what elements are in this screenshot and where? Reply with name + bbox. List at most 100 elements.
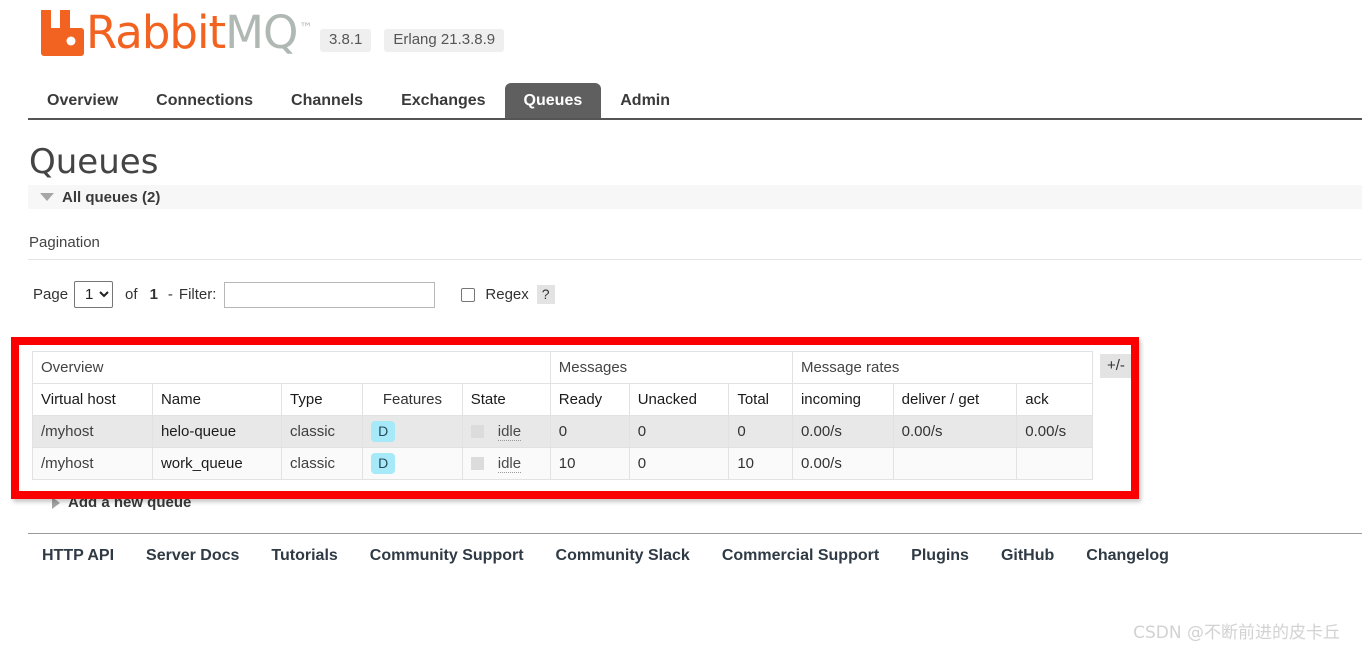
cell-state: idle [461,415,551,448]
column-header-deliver-get[interactable]: deliver / get [892,383,1018,416]
chevron-right-icon[interactable] [52,496,60,509]
rabbitmq-logo[interactable]: RabbitMQ ™ [38,6,312,59]
nav-underline [28,118,1362,120]
trademark-symbol: ™ [299,21,312,36]
footer-links: HTTP API Server Docs Tutorials Community… [42,547,1169,565]
pagination-divider [28,259,1362,260]
footer-link-commercial-support[interactable]: Commercial Support [722,547,879,565]
column-header-features: Features [362,383,463,416]
main-navigation: Overview Connections Channels Exchanges … [28,81,1362,119]
all-queues-label: All queues (2) [62,188,161,206]
cell-type: classic [281,447,364,480]
tab-channels[interactable]: Channels [272,83,382,119]
cell-total: 10 [728,447,793,480]
cell-incoming: 0.00/s [791,447,894,480]
all-queues-section-header[interactable]: All queues (2) [28,185,1362,209]
footer-link-changelog[interactable]: Changelog [1086,547,1169,565]
csdn-watermark: CSDN @不断前进的皮卡丘 [1133,623,1340,643]
regex-checkbox[interactable] [461,287,476,302]
table-group-header-row: Overview Messages Message rates [32,351,1094,384]
cell-virtual-host: /myhost [32,415,153,448]
column-header-unacked[interactable]: Unacked [628,383,730,416]
regex-help-button[interactable]: ? [536,285,555,304]
cell-ack [1016,447,1093,480]
state-label: idle [497,454,522,473]
cell-unacked: 0 [628,447,730,480]
of-word-label: of [125,286,138,303]
cell-queue-name[interactable]: helo-queue [151,415,283,448]
column-header-ack[interactable]: ack [1016,383,1093,416]
rabbitmq-management-page: RabbitMQ ™ 3.8.1 Erlang 21.3.8.9 Overview… [0,0,1362,657]
footer-link-http-api[interactable]: HTTP API [42,547,114,565]
pagination-controls: Page 1 of 1 - Filter: Regex ? [33,281,555,308]
add-a-new-queue-section[interactable]: Add a new queue [38,494,191,511]
logo-word-mq: MQ [225,6,298,59]
filter-dash: - [167,286,173,303]
total-pages-value: 1 [149,286,158,303]
queues-table-container: Overview Messages Message rates Virtual … [32,351,1126,480]
column-header-name[interactable]: Name [151,383,283,416]
footer-link-plugins[interactable]: Plugins [911,547,969,565]
footer-divider [28,533,1362,534]
cell-queue-name[interactable]: work_queue [151,447,283,480]
cell-ready: 10 [549,447,630,480]
cell-features: D [362,447,463,480]
column-header-virtual-host[interactable]: Virtual host [32,383,153,416]
state-square-icon [470,457,484,470]
cell-total: 0 [728,415,793,448]
cell-deliver-get [892,447,1018,480]
state-label: idle [497,422,522,441]
filter-input[interactable] [224,281,436,308]
column-header-total[interactable]: Total [728,383,793,416]
filter-label: Filter: [178,286,217,303]
footer-link-community-support[interactable]: Community Support [370,547,524,565]
tab-overview[interactable]: Overview [28,83,137,119]
toggle-columns-button[interactable]: +/- [1100,354,1132,378]
group-header-overview: Overview [32,351,551,384]
durable-badge: D [371,421,396,442]
column-header-incoming[interactable]: incoming [791,383,894,416]
cell-deliver-get: 0.00/s [892,415,1018,448]
regex-label: Regex [485,286,529,303]
tab-queues[interactable]: Queues [504,83,602,119]
group-header-messages: Messages [549,351,793,384]
table-column-header-row: Virtual host Name Type Features State Re… [32,383,1093,416]
table-row[interactable]: /myhost work_queue classic D idle 10 0 1… [32,447,1093,480]
page-select[interactable]: 1 [74,281,114,308]
logo-wordmark: RabbitMQ ™ [86,6,312,59]
column-header-type[interactable]: Type [281,383,364,416]
state-square-icon [470,425,484,438]
cell-ready: 0 [549,415,630,448]
footer-link-tutorials[interactable]: Tutorials [271,547,337,565]
add-queue-label: Add a new queue [68,494,192,511]
state-indicator: idle [470,454,542,473]
cell-state: idle [461,447,551,480]
tab-admin[interactable]: Admin [601,83,689,119]
footer-link-server-docs[interactable]: Server Docs [146,547,239,565]
pagination-label: Pagination [29,234,100,251]
rabbitmq-logo-icon [41,10,84,56]
cell-virtual-host: /myhost [32,447,153,480]
cell-features: D [362,415,463,448]
state-indicator: idle [470,422,542,441]
durable-badge: D [371,453,396,474]
regex-control: Regex ? [461,285,555,304]
footer-link-community-slack[interactable]: Community Slack [556,547,690,565]
erlang-version-badge: Erlang 21.3.8.9 [384,29,505,52]
cell-type: classic [281,415,364,448]
column-header-state[interactable]: State [461,383,551,416]
tab-connections[interactable]: Connections [137,83,272,119]
tab-exchanges[interactable]: Exchanges [382,83,504,119]
rabbitmq-version-badge: 3.8.1 [320,29,372,52]
column-header-ready[interactable]: Ready [549,383,630,416]
chevron-down-icon[interactable] [40,193,54,201]
page-title: Queues [29,142,159,182]
cell-unacked: 0 [628,415,730,448]
cell-ack: 0.00/s [1016,415,1093,448]
version-badges: 3.8.1 Erlang 21.3.8.9 [320,29,505,52]
page-word-label: Page [33,286,69,303]
cell-incoming: 0.00/s [791,415,894,448]
footer-link-github[interactable]: GitHub [1001,547,1054,565]
table-row[interactable]: /myhost helo-queue classic D idle 0 0 0 [32,415,1093,448]
group-header-message-rates: Message rates [791,351,1094,384]
